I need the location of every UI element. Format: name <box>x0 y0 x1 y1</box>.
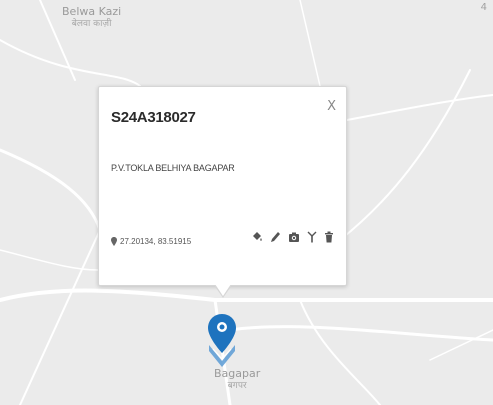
corner-label: 4 <box>480 2 487 13</box>
paint-bucket-icon[interactable] <box>251 231 263 243</box>
info-popup: S24A318027 X P.V.TOKLA BELHIYA BAGAPAR 2… <box>98 86 347 298</box>
road <box>339 69 471 241</box>
road <box>346 94 493 121</box>
road <box>429 329 493 361</box>
road <box>0 288 493 302</box>
popup-pointer <box>214 284 232 298</box>
popup-coordinates: 27.20134, 83.51915 <box>111 237 191 246</box>
road <box>0 148 102 232</box>
close-button[interactable]: X <box>327 99 336 114</box>
road <box>0 39 141 87</box>
map-marker-icon <box>208 314 236 367</box>
popup-actions <box>251 231 334 243</box>
trash-icon[interactable] <box>324 231 334 243</box>
place-label: Belwa Kazi बेलवा काज़ी <box>62 5 122 30</box>
road <box>299 299 381 405</box>
pencil-icon[interactable] <box>270 231 281 243</box>
location-marker[interactable] <box>205 313 239 374</box>
road <box>299 0 321 87</box>
coordinates-text: 27.20134, 83.51915 <box>120 237 192 246</box>
camera-icon[interactable] <box>288 231 300 243</box>
road <box>228 325 493 342</box>
map-pin-icon <box>111 237 117 246</box>
antenna-icon[interactable] <box>307 231 317 243</box>
road <box>19 229 101 405</box>
popup-title: S24A318027 <box>111 109 196 126</box>
popup-address: P.V.TOKLA BELHIYA BAGAPAR <box>111 163 235 173</box>
